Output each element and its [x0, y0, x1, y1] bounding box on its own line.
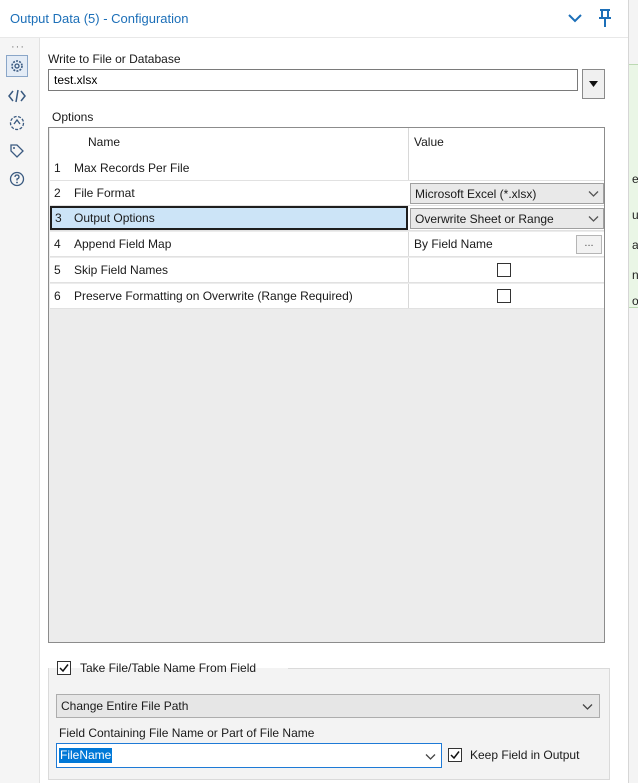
row-number: 3 [55, 211, 62, 225]
option-name: Max Records Per File [74, 161, 190, 175]
row-number: 4 [54, 237, 61, 251]
chevron-down-icon [588, 188, 599, 199]
option-name: Output Options [74, 211, 155, 225]
xml-icon[interactable] [6, 85, 28, 107]
append-field-map-value: By Field Name [408, 232, 604, 256]
output-options-value: Overwrite Sheet or Range [415, 211, 554, 226]
edge-text: o [632, 294, 638, 308]
chevron-down-icon [582, 701, 593, 712]
file-format-select[interactable]: Microsoft Excel (*.xlsx) [410, 183, 604, 204]
option-row[interactable]: 6 Preserve Formatting on Overwrite (Rang… [50, 284, 604, 309]
keep-field-checkbox[interactable] [448, 748, 462, 762]
panel-title: Output Data (5) - Configuration [10, 11, 189, 26]
take-name-from-field-checkbox[interactable] [57, 661, 71, 675]
grid-header-row: Name Value [50, 128, 604, 157]
more-dots-icon[interactable]: ··· [11, 41, 25, 53]
row-number: 2 [54, 186, 61, 200]
edge-text: n [632, 268, 638, 282]
option-name: Skip Field Names [74, 263, 169, 277]
tag-icon[interactable] [6, 140, 28, 162]
skip-field-names-checkbox[interactable] [497, 263, 511, 277]
option-name: Append Field Map [74, 237, 172, 251]
option-row[interactable]: 2 File Format Microsoft Excel (*.xlsx) [50, 181, 604, 206]
chevron-down-icon [588, 213, 599, 224]
output-options-select[interactable]: Overwrite Sheet or Range [410, 208, 604, 229]
chevron-down-icon[interactable] [566, 9, 584, 27]
take-name-from-field-label: Take File/Table Name From Field [80, 661, 257, 675]
pin-icon[interactable] [596, 8, 614, 28]
preserve-formatting-checkbox[interactable] [497, 289, 511, 303]
field-select-label: Field Containing File Name or Part of Fi… [59, 726, 315, 740]
row-number: 1 [54, 161, 61, 175]
file-path-mode-value: Change Entire File Path [61, 699, 189, 713]
group-divider [288, 668, 610, 669]
option-row[interactable]: 4 Append Field Map By Field Name ... [50, 232, 604, 257]
edge-text: u [632, 208, 638, 222]
column-header-value: Value [408, 128, 604, 156]
option-value-input[interactable] [408, 156, 604, 180]
option-name: File Format [74, 186, 135, 200]
metainfo-icon[interactable] [6, 112, 28, 134]
chevron-down-icon [425, 751, 436, 762]
selected-row-cell[interactable]: 3 Output Options [50, 206, 408, 230]
gear-icon[interactable] [6, 55, 28, 77]
filename-field-value: FileName [59, 748, 113, 763]
row-number: 5 [54, 263, 61, 277]
file-format-value: Microsoft Excel (*.xlsx) [415, 186, 537, 201]
file-browse-dropdown-button[interactable] [582, 69, 605, 99]
option-row[interactable]: 5 Skip Field Names [50, 258, 604, 283]
column-header-name: Name [88, 135, 121, 149]
options-label: Options [52, 110, 94, 124]
help-icon[interactable] [6, 168, 28, 190]
option-name: Preserve Formatting on Overwrite (Range … [74, 289, 353, 303]
file-path-input[interactable] [48, 69, 578, 91]
ellipsis-button[interactable]: ... [576, 235, 602, 254]
option-row[interactable]: 1 Max Records Per File [50, 156, 604, 181]
filename-field-select[interactable]: FileName [56, 743, 442, 768]
edge-text: a [632, 238, 638, 252]
file-path-mode-select[interactable]: Change Entire File Path [56, 694, 600, 718]
write-to-label: Write to File or Database [48, 52, 181, 66]
keep-field-label: Keep Field in Output [470, 748, 580, 762]
option-row-selected[interactable]: 3 Output Options Overwrite Sheet or Rang… [50, 206, 604, 231]
row-number: 6 [54, 289, 61, 303]
edge-text: e [632, 172, 638, 186]
